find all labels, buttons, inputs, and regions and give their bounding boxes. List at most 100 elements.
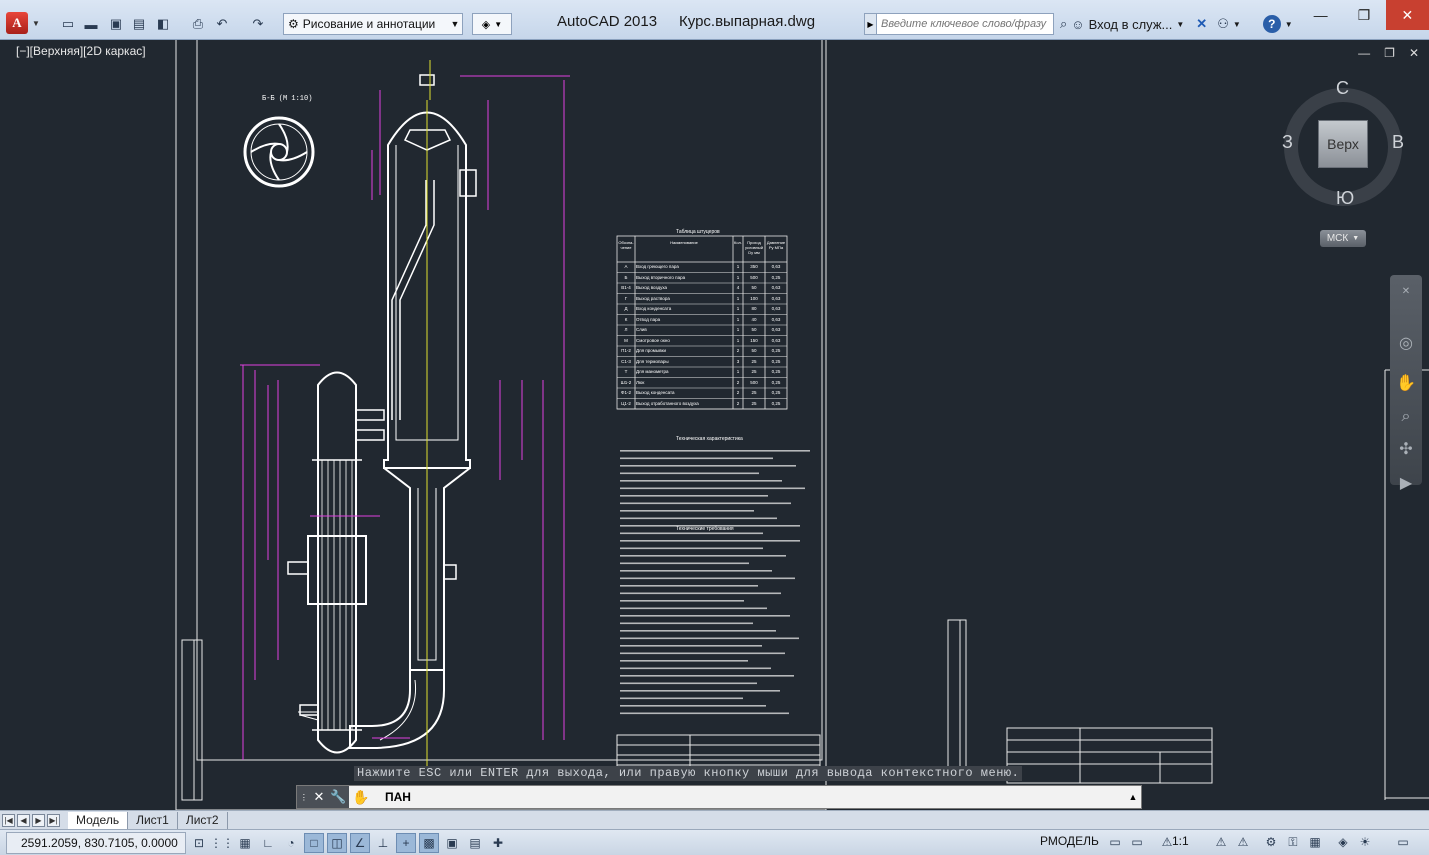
grid-icon[interactable]: ▦ (235, 833, 255, 853)
drawing-canvas[interactable]: [−][Верхняя][2D каркас] — ❐ ✕ Б-Б (М 1:1… (0, 40, 1429, 810)
undo-icon[interactable]: ↶ (212, 14, 232, 34)
grip-icon[interactable]: ⋮ (300, 793, 308, 802)
isolate-objects-icon[interactable]: ◈ (1333, 832, 1353, 852)
publish-icon[interactable]: ◧ (153, 14, 173, 34)
autocad-window: A ▼ ▭ ▬ ▣ ▤ ◧ ⎙ ↶ ↷ ⚙ Рисование и аннота… (0, 0, 1429, 855)
close-button[interactable]: ✕ (1385, 0, 1429, 30)
auto-scale-icon[interactable]: ⚠ (1233, 832, 1253, 852)
tab-layout1[interactable]: Лист1 (128, 811, 178, 829)
annotation-visibility-icon[interactable]: ⚠ (1211, 832, 1231, 852)
polar-icon[interactable]: ◔ (281, 833, 301, 853)
last-tab-icon[interactable]: ▶| (47, 813, 60, 827)
steering-wheel-icon[interactable]: ◎ (1394, 331, 1418, 355)
transparency-icon[interactable]: ▣ (442, 833, 462, 853)
help-icon[interactable]: ? (1262, 15, 1281, 33)
dyn-icon[interactable]: + (396, 832, 416, 853)
note-line (620, 615, 790, 617)
lineweight-icon[interactable]: ▩ (419, 832, 439, 853)
pan-icon[interactable]: ✋ (1394, 371, 1418, 395)
ucs-menu[interactable]: МСК ▼ (1320, 230, 1366, 247)
viewport-label[interactable]: [−][Верхняя][2D каркас] (16, 44, 146, 58)
tab-model[interactable]: Модель (68, 811, 129, 829)
compass-north[interactable]: С (1336, 78, 1349, 99)
nozzle-table-cell: П1-2 (621, 348, 631, 353)
first-tab-icon[interactable]: |◀ (2, 813, 15, 827)
showmotion-icon[interactable]: ▶ (1394, 471, 1418, 495)
nozzle-table-cell: 1 (736, 295, 740, 301)
selection-cycling-icon[interactable]: ✚ (488, 833, 508, 853)
nozzle-table-cell: 500 (750, 379, 758, 385)
chevron-up-icon[interactable]: ▲ (1125, 792, 1141, 802)
compass-west[interactable]: З (1282, 132, 1293, 153)
nozzle-table-cell: 0,25 (771, 358, 781, 364)
close-command-icon[interactable]: ✕ (313, 789, 324, 805)
viewcube-top-face[interactable]: Верх (1318, 120, 1368, 168)
open-folder-icon[interactable]: ▬ (81, 14, 101, 34)
nozzle-table-cell: 25 (751, 400, 757, 406)
quick-access-customize-button[interactable]: ◈ ▼ (472, 13, 512, 35)
minimize-button[interactable]: — (1299, 0, 1342, 30)
quick-view-layouts-icon[interactable]: ▭ (1105, 832, 1125, 852)
workspace-selector[interactable]: ⚙ Рисование и аннотации ▼ (283, 13, 463, 35)
chevron-right-icon[interactable]: ▶ (865, 14, 877, 34)
account-icon[interactable]: ⚇ (1217, 16, 1229, 32)
annotation-scale[interactable]: 1:1 (1172, 834, 1189, 848)
tab-layout2[interactable]: Лист2 (178, 811, 228, 829)
note-line (620, 682, 757, 685)
nozzle-table-cell: 40 (751, 316, 757, 322)
note-line (620, 622, 753, 625)
osnap-icon[interactable]: □ (304, 832, 324, 853)
prev-tab-icon[interactable]: ◀ (17, 813, 30, 827)
nozzle-table-cell: Для термопары (636, 358, 669, 364)
exchange-icon[interactable]: ✕ (1196, 16, 1207, 32)
nozzle-table-cell: Г (624, 295, 628, 301)
ortho-icon[interactable]: ∟ (258, 833, 278, 853)
print-icon[interactable]: ⎙ (188, 14, 208, 34)
pan-hand-icon: ✋ (352, 789, 370, 805)
compass-east[interactable]: В (1392, 132, 1404, 153)
maximize-button[interactable]: ❐ (1342, 0, 1385, 30)
binoculars-icon[interactable]: ⌕ (1060, 16, 1067, 32)
command-line-controls: ⋮ ✕ 🔧 (297, 786, 349, 808)
otrack-icon[interactable]: ∠ (350, 832, 370, 853)
quick-properties-icon[interactable]: ▤ (465, 833, 485, 853)
compass-south[interactable]: Ю (1336, 188, 1354, 209)
hardware-acceleration-icon[interactable]: ▦ (1305, 832, 1325, 852)
viewport-restore-button[interactable]: ❐ (1384, 46, 1395, 60)
viewport-close-button[interactable]: ✕ (1409, 46, 1419, 60)
search-input[interactable] (877, 18, 1047, 30)
3d-osnap-icon[interactable]: ◫ (327, 832, 347, 853)
workspace-switch-icon[interactable]: ⚙ (1261, 832, 1281, 852)
snap-icon[interactable]: ⋮⋮ (210, 833, 234, 853)
wrench-icon[interactable]: 🔧 (330, 789, 346, 805)
signin-button[interactable]: ⌕ ☺ Вход в служ... ▼ ✕ ⚇ ▼ ? ▼ (1060, 13, 1293, 35)
bulb-icon[interactable]: ☀ (1355, 832, 1375, 852)
note-line (620, 637, 799, 640)
orbit-icon[interactable]: ✣ (1394, 437, 1418, 461)
ducs-icon[interactable]: ⊥ (373, 833, 393, 853)
save-as-icon[interactable]: ▤ (129, 14, 149, 34)
note-line (620, 585, 758, 587)
nozzle-table-cell: 1 (736, 306, 740, 311)
application-menu-button[interactable]: A ▼ (6, 10, 46, 36)
save-icon[interactable]: ▣ (106, 14, 126, 34)
redo-icon[interactable]: ↷ (248, 14, 268, 34)
chevron-down-icon: ▼ (32, 18, 40, 28)
viewport-minimize-button[interactable]: — (1358, 46, 1370, 60)
model-space-label[interactable]: РМОДЕЛЬ (1040, 834, 1099, 848)
clean-screen-icon[interactable]: ▭ (1393, 832, 1413, 852)
viewcube[interactable]: Верх С Ю В З МСК ▼ (1282, 78, 1404, 268)
nozzle-table-cell: 25 (751, 390, 757, 395)
chevron-down-icon: ▼ (1176, 19, 1185, 29)
nozzle-table-cell: Д (624, 306, 628, 311)
nozzle-table-cell: 0,25 (771, 379, 781, 385)
zoom-icon[interactable]: ⌕ (1394, 405, 1418, 429)
nozzle-table-cell: В1-4 (621, 285, 631, 290)
infer-constraints-icon[interactable]: ⊡ (189, 833, 209, 853)
new-file-icon[interactable]: ▭ (58, 14, 78, 34)
quick-view-drawings-icon[interactable]: ▭ (1127, 832, 1147, 852)
next-tab-icon[interactable]: ▶ (32, 813, 45, 827)
navbar-close-icon[interactable]: ✕ (1394, 279, 1418, 303)
coordinates-display[interactable]: 2591.2059, 830.7105, 0.0000 (6, 831, 186, 854)
lock-icon[interactable]: ⚿ (1283, 832, 1303, 852)
